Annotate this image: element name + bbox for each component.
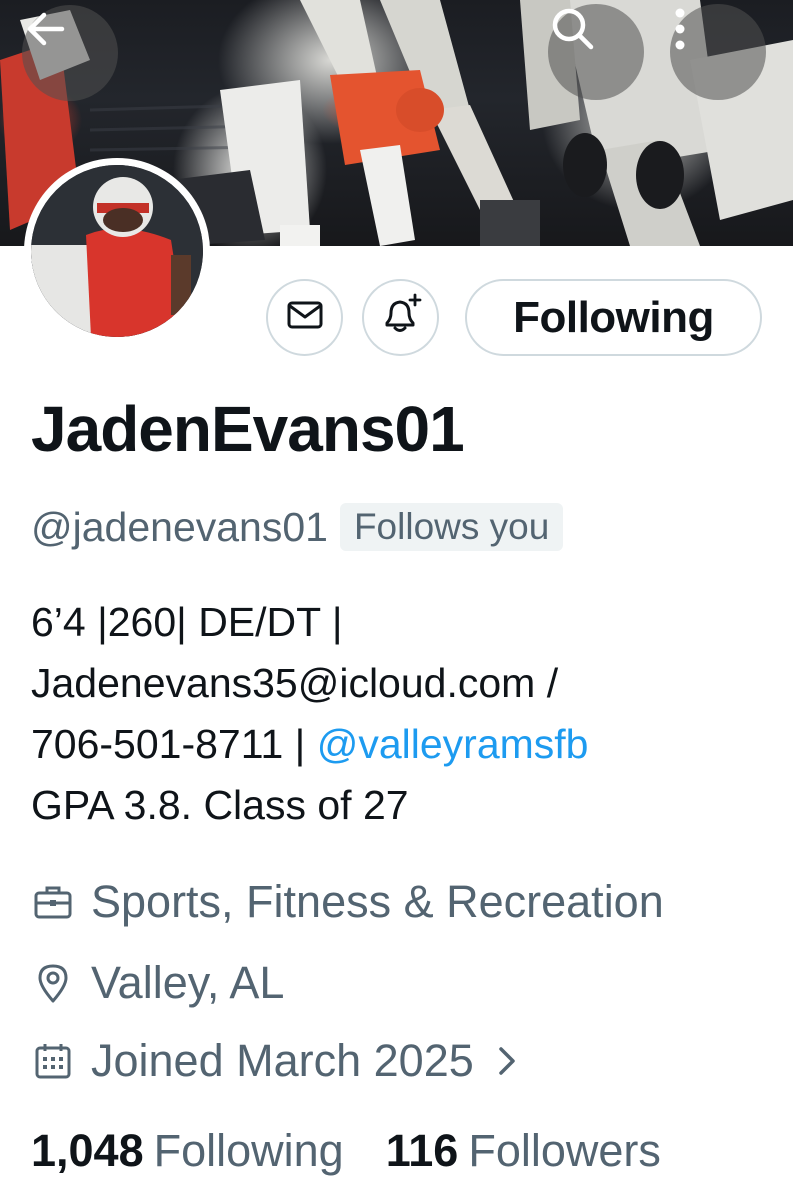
- bio-line-3: 706-501-8711 | @valleyramsfb: [31, 714, 771, 775]
- back-button[interactable]: [22, 5, 118, 101]
- following-stat[interactable]: 1,048 Following: [31, 1125, 344, 1177]
- bio: 6’4 |260| DE/DT | Jadenevans35@icloud.co…: [31, 592, 771, 836]
- notifications-button[interactable]: [362, 279, 439, 356]
- location-pin-icon: [31, 961, 75, 1005]
- following-count: 1,048: [31, 1125, 144, 1176]
- avatar-photo: [31, 165, 203, 337]
- avatar[interactable]: [24, 158, 210, 344]
- profile-joined[interactable]: Joined March 2025: [31, 1035, 518, 1087]
- followers-label: Followers: [468, 1125, 661, 1176]
- following-button-label: Following: [513, 292, 714, 342]
- message-button[interactable]: [266, 279, 343, 356]
- more-options-button[interactable]: [670, 4, 766, 100]
- follows-you-badge: Follows you: [339, 503, 564, 551]
- following-button[interactable]: Following: [465, 279, 762, 356]
- bio-line-3-text: 706-501-8711 |: [31, 721, 317, 767]
- followers-count: 116: [385, 1125, 459, 1176]
- handle-row: @jadenevans01 Follows you: [31, 503, 564, 551]
- mention-link[interactable]: @valleyramsfb: [317, 721, 589, 767]
- chevron-right-icon: [496, 1044, 518, 1078]
- handle: @jadenevans01: [31, 503, 328, 550]
- following-label: Following: [153, 1125, 344, 1176]
- follow-stats: 1,048 Following 116 Followers: [31, 1125, 661, 1177]
- calendar-icon: [31, 1039, 75, 1083]
- joined-text: Joined March 2025: [91, 1035, 474, 1086]
- bio-line-4: GPA 3.8. Class of 27: [31, 782, 409, 828]
- category-text: Sports, Fitness & Recreation: [91, 876, 664, 927]
- display-name: JadenEvans01: [31, 393, 465, 465]
- briefcase-icon: [31, 880, 75, 924]
- bio-line-2: Jadenevans35@icloud.com /: [31, 660, 559, 706]
- followers-stat[interactable]: 116 Followers: [386, 1125, 661, 1177]
- location-text: Valley, AL: [91, 957, 285, 1008]
- profile-category: Sports, Fitness & Recreation: [31, 876, 664, 928]
- envelope-icon: [287, 300, 323, 335]
- bell-plus-icon: [379, 293, 423, 342]
- search-button[interactable]: [548, 4, 644, 100]
- bio-line-1: 6’4 |260| DE/DT |: [31, 599, 343, 645]
- profile-location: Valley, AL: [31, 957, 284, 1009]
